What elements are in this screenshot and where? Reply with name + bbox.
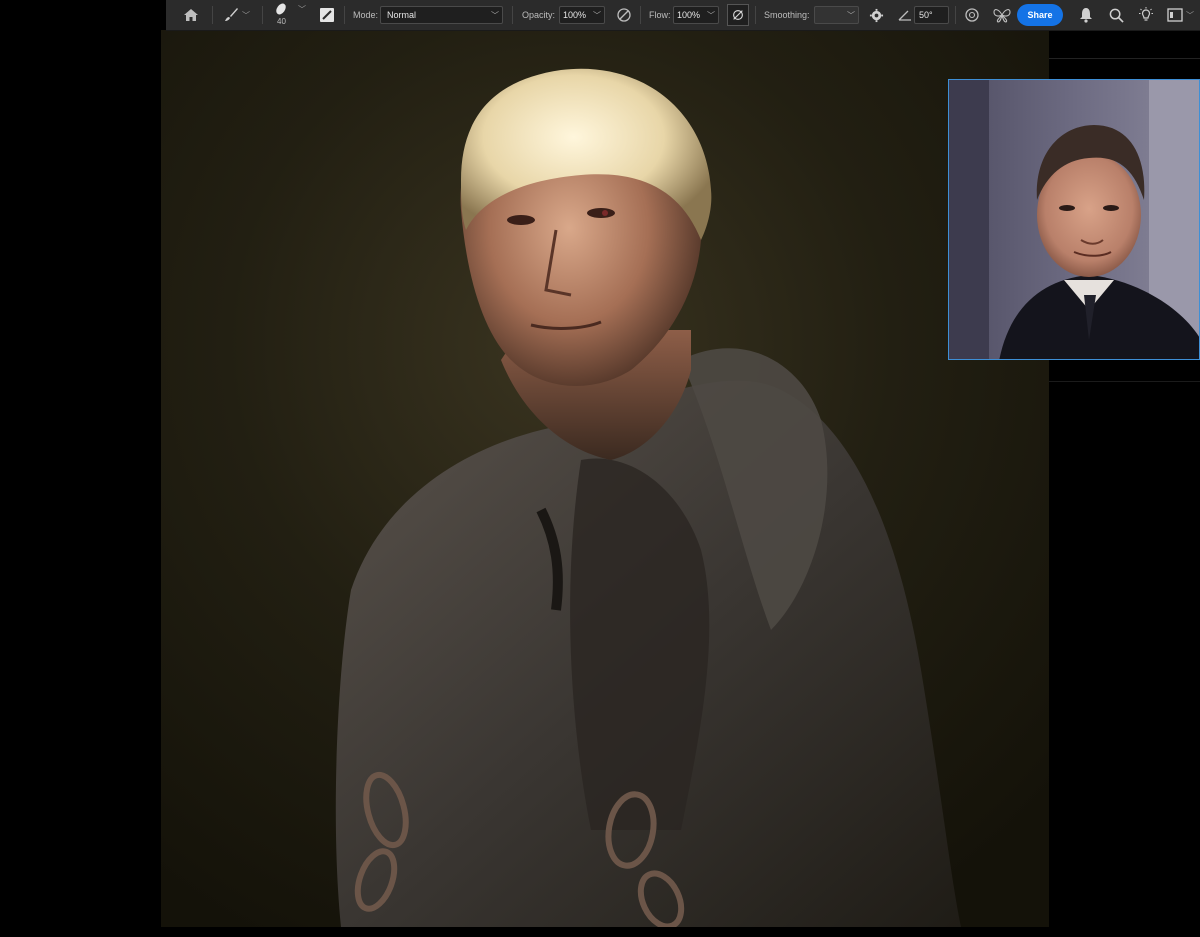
discover-button[interactable] (1135, 0, 1157, 30)
flow-value: 100% (677, 10, 701, 20)
toolbar-separator (755, 6, 756, 24)
chevron-down-icon: ﹀ (1186, 10, 1194, 20)
symmetry-button[interactable] (991, 0, 1013, 30)
angle-icon (894, 4, 916, 26)
pressure-size-button[interactable] (961, 0, 983, 30)
document-canvas[interactable] (161, 30, 1049, 927)
reference-image-window[interactable] (948, 79, 1200, 360)
blend-mode-select[interactable]: Normal ﹀ (380, 6, 503, 24)
mode-label: Mode: (353, 10, 379, 20)
toolbar-separator (212, 6, 213, 24)
pressure-opacity-button[interactable] (613, 0, 635, 30)
options-bar: ﹀ ﹀ 40 Mode: Normal ﹀ Opacity: 100% ﹀ Fl… (166, 0, 1200, 31)
chevron-down-icon: ﹀ (242, 10, 250, 20)
chevron-down-icon: ﹀ (593, 10, 601, 20)
reference-photo (949, 80, 1199, 359)
airbrush-button[interactable] (727, 0, 749, 30)
blend-mode-value: Normal (387, 10, 417, 20)
chevron-down-icon: ﹀ (298, 4, 306, 14)
gear-icon (865, 4, 887, 26)
brush-angle-value: 50° (919, 10, 933, 20)
smoothing-options-button[interactable] (865, 0, 887, 30)
painting-artwork (161, 30, 1049, 927)
photoshop-window: ﹀ ﹀ 40 Mode: Normal ﹀ Opacity: 100% ﹀ Fl… (0, 0, 1200, 937)
smoothing-input[interactable]: ﹀ (814, 6, 859, 24)
brush-settings-icon (316, 4, 338, 26)
brush-icon (220, 4, 242, 26)
tool-preset-picker[interactable]: ﹀ (220, 0, 250, 30)
brush-preset-picker[interactable]: ﹀ (270, 0, 306, 18)
airbrush-icon (727, 4, 749, 26)
bell-icon (1075, 4, 1097, 26)
share-button[interactable]: Share (1017, 4, 1063, 26)
panel-divider (1049, 381, 1200, 382)
flow-label: Flow: (649, 10, 671, 20)
toolbar-separator (512, 6, 513, 24)
opacity-value: 100% (563, 10, 587, 20)
panel-divider (1049, 58, 1200, 59)
brush-angle-input[interactable]: 50° (914, 6, 949, 24)
smoothing-label: Smoothing: (764, 10, 810, 20)
pressure-opacity-icon (613, 4, 635, 26)
flow-input[interactable]: 100% ﹀ (673, 6, 719, 24)
workspace-button[interactable]: ﹀ (1164, 0, 1194, 30)
chevron-down-icon: ﹀ (847, 10, 855, 20)
brush-settings-button[interactable] (316, 0, 338, 30)
opacity-label: Opacity: (522, 10, 556, 20)
opacity-input[interactable]: 100% ﹀ (559, 6, 605, 24)
toolbar-separator (262, 6, 263, 24)
toolbar-separator (955, 6, 956, 24)
brush-size-value: 40 (277, 17, 286, 26)
workspace-icon (1164, 4, 1186, 26)
chevron-down-icon: ﹀ (707, 10, 715, 20)
notifications-button[interactable] (1075, 0, 1097, 30)
chevron-down-icon: ﹀ (491, 10, 499, 20)
search-button[interactable] (1105, 0, 1127, 30)
home-button[interactable] (180, 0, 202, 30)
pressure-size-icon (961, 4, 983, 26)
lightbulb-icon (1135, 4, 1157, 26)
toolbar-separator (344, 6, 345, 24)
butterfly-symmetry-icon (991, 4, 1013, 26)
home-icon (180, 4, 202, 26)
toolbar-separator (640, 6, 641, 24)
search-icon (1105, 4, 1127, 26)
